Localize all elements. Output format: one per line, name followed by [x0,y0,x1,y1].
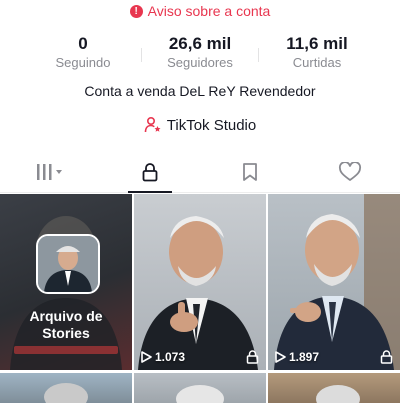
tab-videos[interactable] [0,152,100,192]
person-star-icon [144,116,161,133]
archive-title: Arquivo de Stories [0,308,132,342]
video-thumbnail [274,194,400,370]
video-tile[interactable]: 1.073 [134,194,266,370]
video-grid: Arquivo de Stories 1.073 1.897 [0,194,400,403]
following-count: 0 [78,34,88,53]
lock-icon [380,350,393,364]
stat-divider [141,48,142,62]
profile-bio: Conta a venda DeL ReY Revendedor [84,83,316,99]
view-count-value: 1.073 [155,350,186,364]
archive-note-blurred [14,346,118,354]
stat-likes[interactable]: 11,6 mil Curtidas [269,34,365,74]
play-icon [275,351,286,363]
view-count: 1.073 [140,350,185,364]
account-warning-label: Aviso sobre a conta [147,3,271,19]
account-warning[interactable]: ! Aviso sobre a conta [0,0,400,22]
tab-private[interactable] [100,152,200,193]
stat-divider [258,48,259,62]
likes-count: 11,6 mil [286,34,348,53]
video-tile[interactable] [0,373,132,403]
profile-stats: 0 Seguindo 26,6 mil Seguidores 11,6 mil … [0,34,400,74]
archive-title-line2: Stories [42,325,90,341]
tiktok-studio-link[interactable]: TikTok Studio [0,116,400,134]
lock-icon [142,163,158,182]
view-count-value: 1.897 [289,350,320,364]
following-label: Seguindo [55,55,111,70]
tab-liked[interactable] [300,152,400,192]
heart-icon [338,162,362,181]
video-thumbnail [176,385,224,403]
alert-circle-icon: ! [129,4,143,18]
archive-title-line1: Arquivo de [29,308,103,324]
video-tile[interactable] [134,373,266,403]
lock-icon [246,350,259,364]
stat-following[interactable]: 0 Seguindo [35,34,131,74]
view-count: 1.897 [274,350,319,364]
tab-favorites[interactable] [200,152,300,192]
profile-tabs [0,152,400,193]
video-thumbnail [316,385,360,403]
archive-thumbnail [36,234,100,294]
stories-archive-tile[interactable]: Arquivo de Stories [0,194,132,370]
video-thumbnail [138,216,258,370]
video-tile[interactable] [268,373,400,403]
followers-label: Seguidores [167,55,233,70]
video-tile[interactable]: 1.897 [268,194,400,370]
bookmark-icon [243,163,257,181]
video-thumbnail [44,383,88,403]
likes-label: Curtidas [292,55,342,70]
play-icon [141,351,152,363]
tiktok-studio-label: TikTok Studio [166,116,257,134]
stat-followers[interactable]: 26,6 mil Seguidores [152,34,248,74]
followers-count: 26,6 mil [168,34,232,53]
grid-icon [37,164,62,180]
